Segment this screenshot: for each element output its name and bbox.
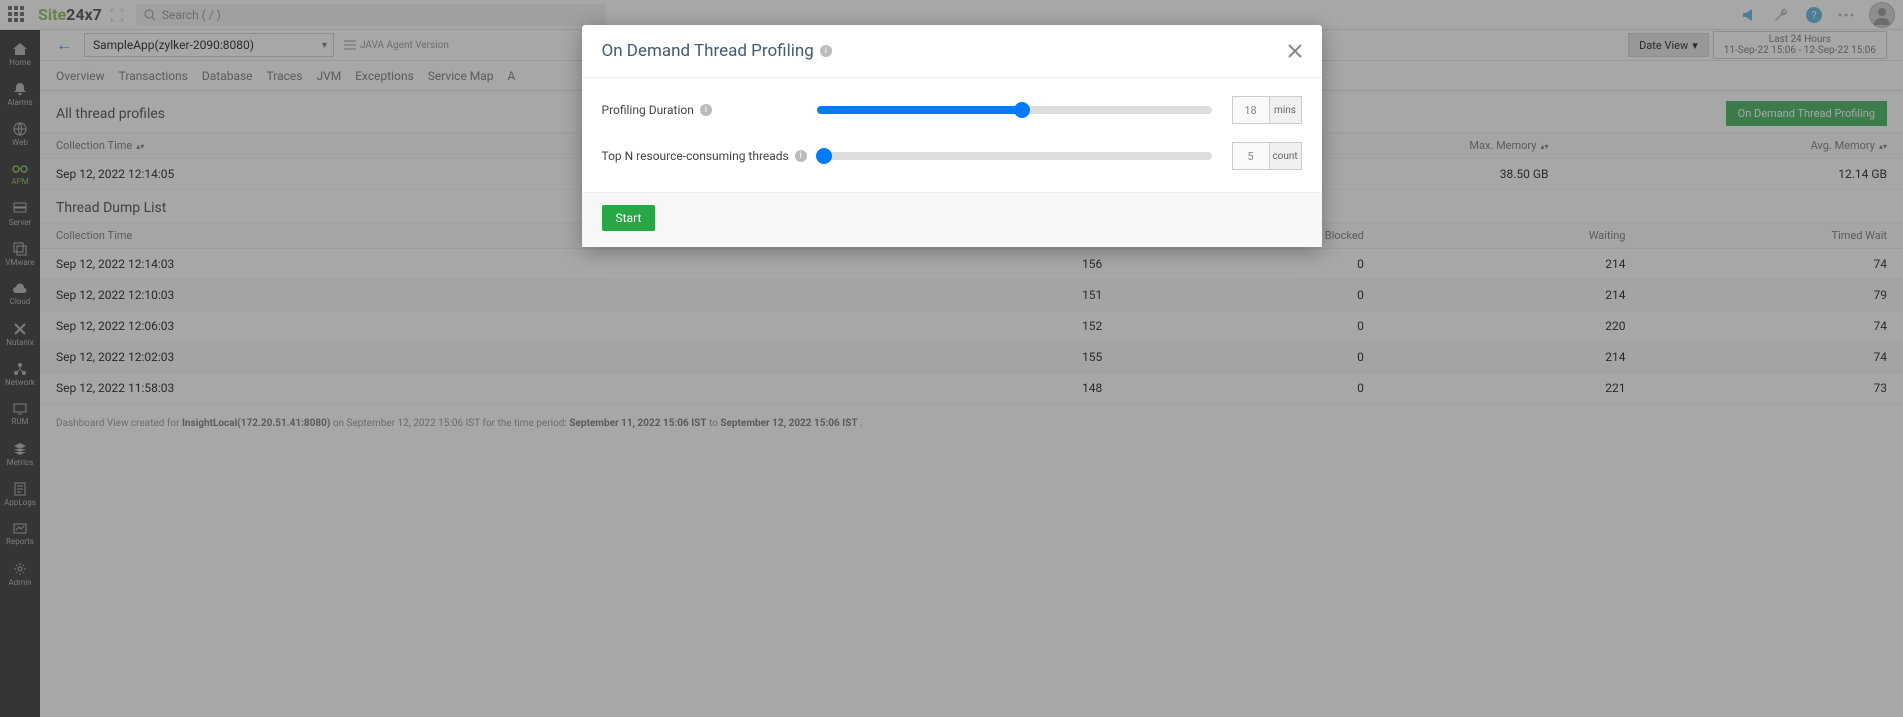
duration-value-group: mins xyxy=(1232,96,1302,124)
slider-thumb[interactable] xyxy=(816,148,832,164)
slider-thumb[interactable] xyxy=(1014,102,1030,118)
modal-header: On Demand Thread Profiling i xyxy=(582,25,1322,78)
modal-body: Profiling Durationi mins Top N resource-… xyxy=(582,78,1322,192)
duration-row: Profiling Durationi mins xyxy=(602,96,1302,124)
topn-value-group: count xyxy=(1232,142,1302,170)
topn-input[interactable] xyxy=(1232,142,1270,170)
profiling-modal: On Demand Thread Profiling i Profiling D… xyxy=(582,25,1322,247)
topn-row: Top N resource-consuming threadsi count xyxy=(602,142,1302,170)
topn-slider[interactable] xyxy=(817,152,1212,160)
info-icon[interactable]: i xyxy=(795,150,807,162)
duration-unit: mins xyxy=(1270,96,1302,124)
modal-overlay[interactable]: On Demand Thread Profiling i Profiling D… xyxy=(0,0,1903,717)
modal-title: On Demand Thread Profiling xyxy=(602,41,814,61)
duration-slider[interactable] xyxy=(817,106,1212,114)
topn-unit: count xyxy=(1270,142,1302,170)
info-icon[interactable]: i xyxy=(820,45,832,57)
duration-label: Profiling Durationi xyxy=(602,103,817,117)
close-icon xyxy=(1288,44,1302,58)
topn-label: Top N resource-consuming threadsi xyxy=(602,149,817,163)
info-icon[interactable]: i xyxy=(700,104,712,116)
start-button[interactable]: Start xyxy=(602,205,656,231)
close-button[interactable] xyxy=(1288,39,1302,63)
duration-input[interactable] xyxy=(1232,96,1270,124)
modal-footer: Start xyxy=(582,192,1322,247)
